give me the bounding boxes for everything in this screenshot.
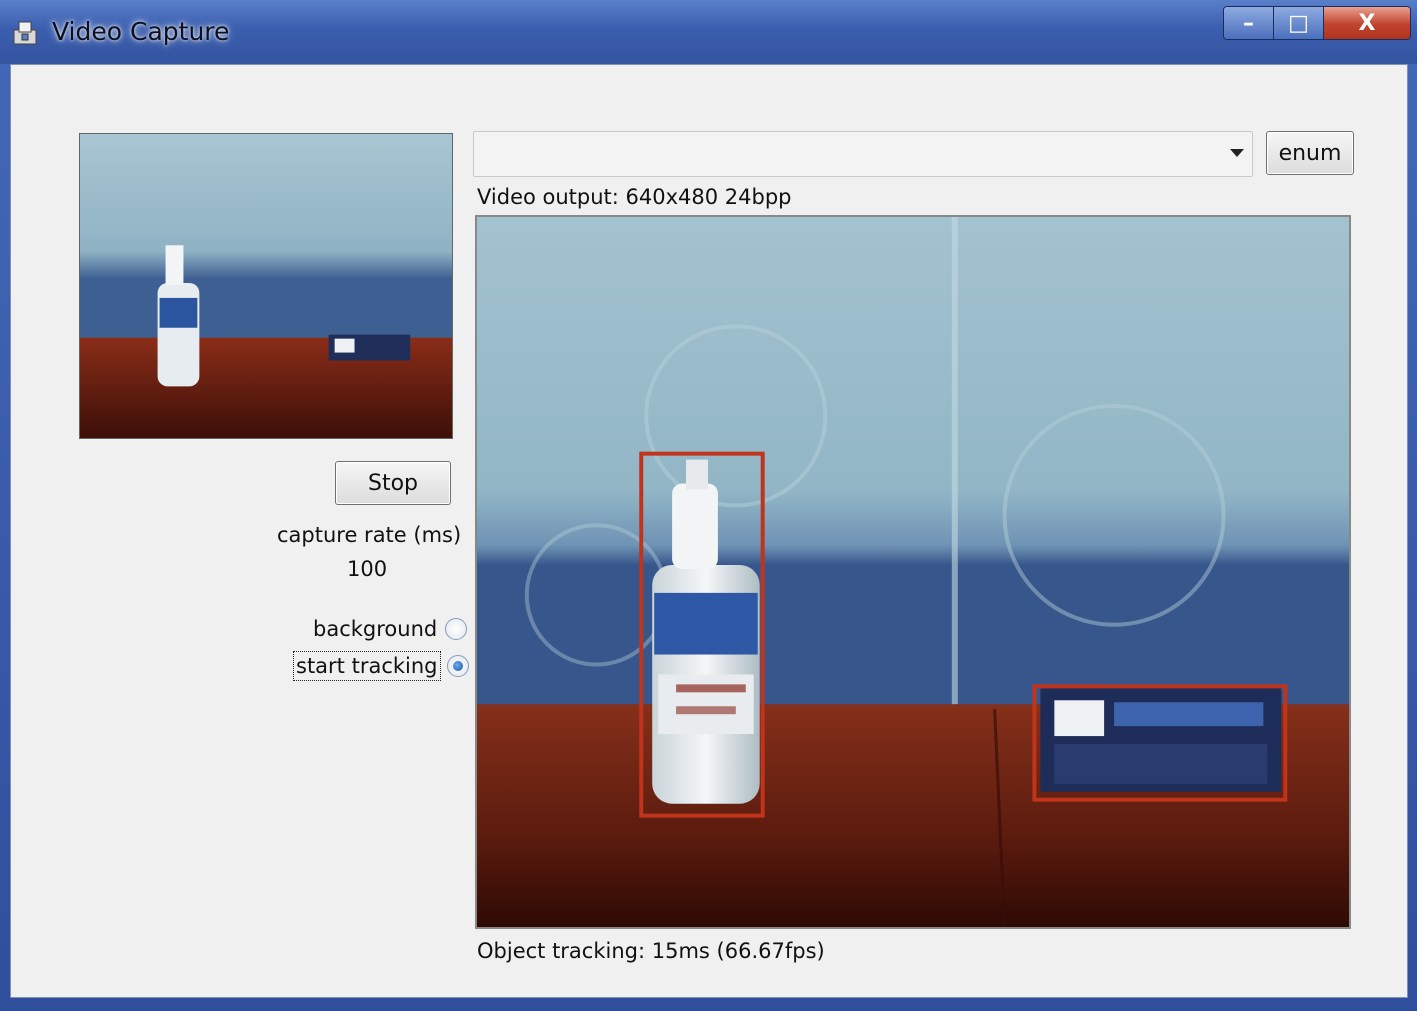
start-tracking-radio-row[interactable]: start tracking xyxy=(293,651,469,681)
background-radio-row[interactable]: background xyxy=(311,615,468,643)
minimize-icon: – xyxy=(1243,10,1254,36)
window-title: Video Capture xyxy=(52,17,230,46)
object-tracking-label: Object tracking: 15ms (66.67fps) xyxy=(477,939,825,963)
app-icon xyxy=(13,21,37,45)
close-button[interactable]: X xyxy=(1324,7,1410,39)
preview-image xyxy=(80,134,452,438)
background-radio-label: background xyxy=(313,617,438,641)
stop-button[interactable]: Stop xyxy=(335,461,451,505)
maximize-icon: □ xyxy=(1288,10,1309,36)
caption-buttons: – □ X xyxy=(1223,6,1411,40)
chevron-down-icon[interactable] xyxy=(1230,149,1244,157)
application-window: Video Capture – □ X enum Video output: 6… xyxy=(0,0,1417,1011)
camera-preview xyxy=(79,133,453,439)
capture-rate-input[interactable] xyxy=(333,551,459,587)
device-combobox[interactable] xyxy=(473,131,1253,177)
background-radio[interactable] xyxy=(445,618,468,640)
capture-rate-label: capture rate (ms) xyxy=(277,523,462,547)
start-tracking-radio[interactable] xyxy=(446,655,469,677)
video-output-view xyxy=(475,215,1351,929)
maximize-button[interactable]: □ xyxy=(1274,7,1324,39)
start-tracking-radio-label: start tracking xyxy=(293,651,441,681)
client-area: enum Video output: 640x480 24bpp Object … xyxy=(10,64,1408,998)
video-output-label: Video output: 640x480 24bpp xyxy=(477,185,792,209)
video-output-image xyxy=(477,217,1349,927)
close-icon: X xyxy=(1358,10,1376,36)
minimize-button[interactable]: – xyxy=(1224,7,1274,39)
title-bar[interactable]: Video Capture – □ X xyxy=(0,0,1417,64)
enum-button[interactable]: enum xyxy=(1266,131,1354,175)
